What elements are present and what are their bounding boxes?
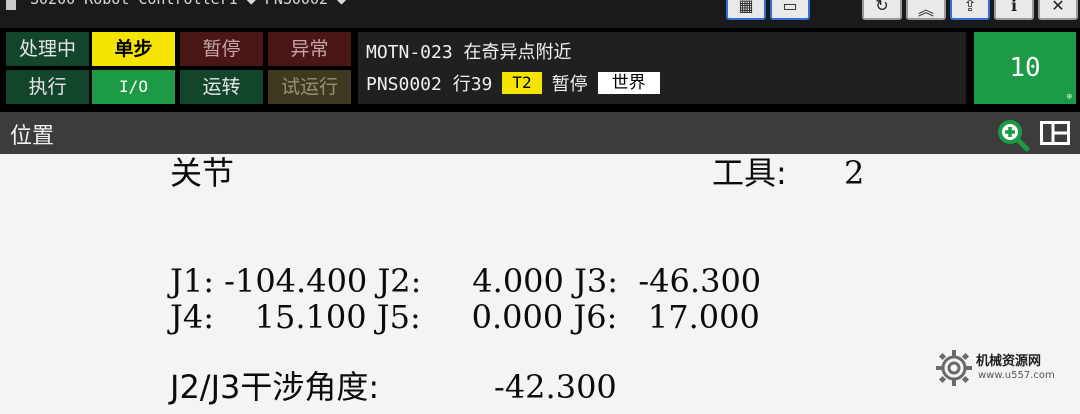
lamp-test-cycle: 试运行 <box>268 70 351 104</box>
window-title: 位置 <box>10 124 55 149</box>
lamp-busy: 处理中 <box>6 32 89 66</box>
lamp-fault: 异常 <box>268 32 351 66</box>
breadcrumb[interactable]: S0200 Robot Controller1 ◆ PNS0002 ◆ <box>30 0 346 8</box>
coordinate-type-label: 关节 <box>170 154 235 192</box>
coord-system-badge[interactable]: 世界 <box>597 72 660 94</box>
status-panel: 处理中 单步 暂停 异常 执行 I/O 运转 试运行 MOTN-023 在奇异点… <box>0 28 1080 112</box>
calculator-icon[interactable]: ▦ <box>726 0 766 20</box>
split-view-icon[interactable] <box>1040 121 1070 145</box>
mode-badge: T2 <box>502 72 542 94</box>
tool-number: 2 <box>844 154 865 192</box>
interference-angle-value: -42.300 <box>494 368 617 406</box>
watermark-logo: 机械资源网 www.u557.com <box>934 346 1074 398</box>
lamp-hold: 暂停 <box>180 32 263 66</box>
lamp-run: 执行 <box>6 70 89 104</box>
watermark-url: www.u557.com <box>978 370 1055 381</box>
run-state: 暂停 <box>551 74 588 95</box>
speed-override[interactable]: 10 ⊕ <box>974 32 1076 104</box>
message-box: MOTN-023 在奇异点附近 PNS0002 行39 T2 暂停 世界 <box>358 32 966 104</box>
refresh-icon[interactable]: ↻ <box>862 0 902 20</box>
joint-row-2: J4: 15.100 J5: 0.000 J6: 17.000 <box>170 298 760 336</box>
window-header: 位置 <box>0 112 1080 154</box>
info-icon[interactable]: ℹ <box>994 0 1034 20</box>
close-icon[interactable]: ✕ <box>1038 0 1078 20</box>
watermark-name: 机械资源网 <box>976 354 1042 369</box>
lamp-step: 单步 <box>92 32 175 66</box>
override-step-icon: ⊕ <box>1066 92 1072 102</box>
lamp-prod: 运转 <box>180 70 263 104</box>
interference-angle-label: J2/J3干涉角度: <box>170 368 380 406</box>
zoom-in-icon[interactable] <box>996 118 1030 152</box>
lamp-io: I/O <box>92 70 175 104</box>
document-icon <box>6 0 16 10</box>
joint-row-1: J1: -104.400 J2: 4.000 J3: -46.300 <box>170 262 762 300</box>
keyboard-icon[interactable]: ▭ <box>770 0 810 20</box>
scroll-up-icon[interactable]: ︽ <box>906 0 946 20</box>
tool-label: 工具: <box>712 154 787 192</box>
program-status-line: PNS0002 行39 T2 暂停 世界 <box>366 70 660 96</box>
override-value: 10 <box>1009 53 1041 83</box>
gear-icon <box>936 350 972 386</box>
program-line: PNS0002 行39 <box>366 74 493 95</box>
alarm-message: MOTN-023 在奇异点附近 <box>366 42 572 63</box>
export-icon[interactable]: ⇪ <box>950 0 990 20</box>
position-display: 关节 工具: 2 J1: -104.400 J2: 4.000 J3: -46.… <box>0 154 1080 414</box>
top-title-bar: S0200 Robot Controller1 ◆ PNS0002 ◆ ▦ ▭ … <box>0 0 1080 28</box>
